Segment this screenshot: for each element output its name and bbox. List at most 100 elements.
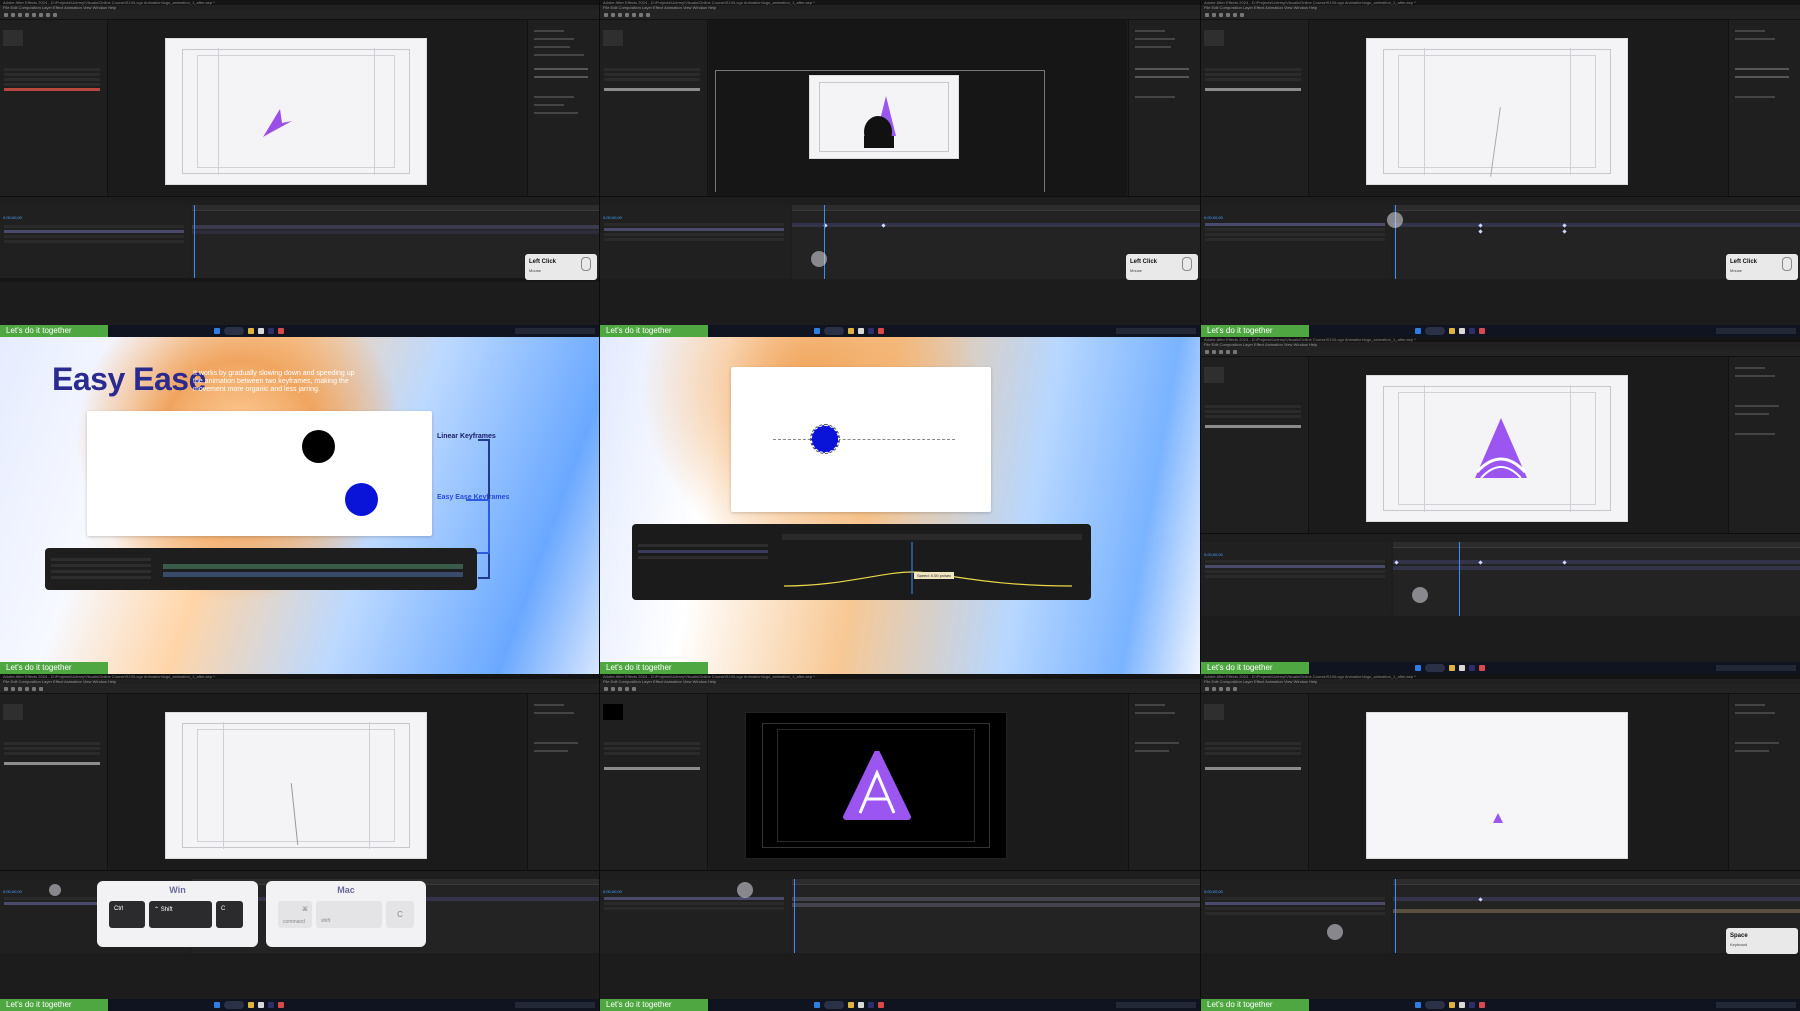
composition-canvas[interactable] [165, 712, 427, 859]
layer-row[interactable] [4, 225, 184, 228]
project-item[interactable] [4, 73, 100, 76]
timeline-panel[interactable]: 0;00;00;00 [1201, 533, 1800, 616]
taskbar-search[interactable] [1425, 664, 1445, 672]
project-item[interactable] [4, 83, 100, 86]
toolbar[interactable] [600, 10, 1200, 20]
project-item[interactable] [1205, 405, 1301, 408]
project-item[interactable] [604, 73, 700, 76]
project-item-selected[interactable] [604, 767, 700, 770]
timecode[interactable]: 0;00;00;00 [1204, 215, 1223, 220]
project-panel[interactable] [0, 20, 108, 196]
layer-list[interactable]: 0;00;00;00 [0, 205, 190, 279]
layer-bar[interactable] [1393, 223, 1800, 227]
file-explorer-icon[interactable] [1449, 665, 1455, 671]
windows-start-icon[interactable] [814, 328, 820, 334]
composition-viewer[interactable] [1310, 694, 1728, 870]
layer-row[interactable] [604, 902, 784, 905]
project-item[interactable] [1205, 68, 1301, 71]
layer-row[interactable] [1205, 907, 1385, 910]
time-indicator[interactable] [794, 879, 795, 953]
toolbar[interactable] [1201, 10, 1800, 20]
project-panel[interactable] [1201, 357, 1309, 533]
toolbar[interactable] [0, 10, 599, 20]
time-ruler[interactable] [1393, 879, 1800, 885]
project-item[interactable] [1205, 415, 1301, 418]
app-icon[interactable] [1479, 328, 1485, 334]
after-effects-icon[interactable] [1469, 328, 1475, 334]
windows-start-icon[interactable] [814, 1002, 820, 1008]
toolbar[interactable] [1201, 347, 1800, 357]
timecode[interactable]: 0;00;00;00 [603, 215, 622, 220]
project-item[interactable] [1205, 410, 1301, 413]
app-icon[interactable] [1479, 665, 1485, 671]
composition-viewer[interactable] [109, 20, 527, 196]
project-item-selected[interactable] [1205, 767, 1301, 770]
project-item[interactable] [604, 68, 700, 71]
properties-panel[interactable] [1728, 20, 1800, 196]
layer-bar[interactable] [192, 230, 599, 234]
timeline-panel[interactable]: 0;00;00;00 [0, 196, 599, 279]
time-ruler[interactable] [192, 205, 599, 211]
time-indicator[interactable] [1395, 879, 1396, 953]
layer-row[interactable] [1205, 228, 1385, 231]
windows-start-icon[interactable] [1415, 328, 1421, 334]
after-effects-icon[interactable] [268, 328, 274, 334]
timecode[interactable]: 0;00;00;00 [3, 889, 22, 894]
file-explorer-icon[interactable] [248, 1002, 254, 1008]
composition-viewer[interactable] [709, 20, 1127, 196]
windows-start-icon[interactable] [214, 328, 220, 334]
layer-row[interactable] [4, 240, 184, 243]
layer-row[interactable] [604, 238, 784, 241]
layer-row[interactable] [1205, 897, 1385, 900]
taskbar-search[interactable] [1425, 327, 1445, 335]
properties-panel[interactable] [527, 694, 599, 870]
layer-row[interactable] [1205, 575, 1385, 578]
after-effects-icon[interactable] [868, 1002, 874, 1008]
timeline-panel[interactable]: 0;00;00;00 [600, 196, 1200, 279]
composition-canvas[interactable] [1366, 38, 1628, 185]
properties-panel[interactable] [1728, 357, 1800, 533]
composition-viewer[interactable] [1310, 20, 1728, 196]
project-item-selected[interactable] [604, 88, 700, 91]
layer-row[interactable] [1205, 223, 1385, 226]
layer-row[interactable] [4, 235, 184, 238]
layer-bar[interactable] [792, 903, 1200, 907]
time-indicator[interactable] [824, 205, 825, 279]
composition-viewer[interactable] [109, 694, 527, 870]
taskbar-search[interactable] [824, 1001, 844, 1009]
keyframe[interactable] [1562, 229, 1567, 234]
composition-viewer[interactable] [709, 694, 1127, 870]
project-item-selected[interactable] [4, 88, 100, 91]
toolbar[interactable] [600, 684, 1200, 694]
layer-bar[interactable] [1393, 566, 1800, 570]
project-item[interactable] [4, 68, 100, 71]
project-panel[interactable] [1201, 694, 1309, 870]
layer-row[interactable] [604, 223, 784, 226]
project-panel[interactable] [600, 20, 708, 196]
taskbar-search[interactable] [1425, 1001, 1445, 1009]
system-tray[interactable] [515, 1002, 595, 1008]
properties-panel[interactable] [1128, 20, 1200, 196]
windows-start-icon[interactable] [1415, 665, 1421, 671]
app-icon[interactable] [1479, 1002, 1485, 1008]
composition-canvas[interactable] [1366, 375, 1628, 522]
system-tray[interactable] [1716, 1002, 1796, 1008]
project-item[interactable] [1205, 78, 1301, 81]
system-tray[interactable] [1716, 328, 1796, 334]
taskbar-search[interactable] [824, 327, 844, 335]
project-item[interactable] [4, 747, 100, 750]
project-item[interactable] [1205, 747, 1301, 750]
layer-row[interactable] [1205, 233, 1385, 236]
project-item[interactable] [4, 78, 100, 81]
layer-bar[interactable] [1393, 560, 1800, 564]
file-explorer-icon[interactable] [848, 1002, 854, 1008]
layer-bar[interactable] [1393, 897, 1800, 901]
project-item[interactable] [604, 752, 700, 755]
file-explorer-icon[interactable] [248, 328, 254, 334]
timeline-tracks[interactable] [792, 879, 1200, 953]
after-effects-icon[interactable] [1469, 665, 1475, 671]
layer-row[interactable] [1205, 570, 1385, 573]
chrome-icon[interactable] [858, 328, 864, 334]
toolbar[interactable] [0, 684, 599, 694]
system-tray[interactable] [1116, 328, 1196, 334]
